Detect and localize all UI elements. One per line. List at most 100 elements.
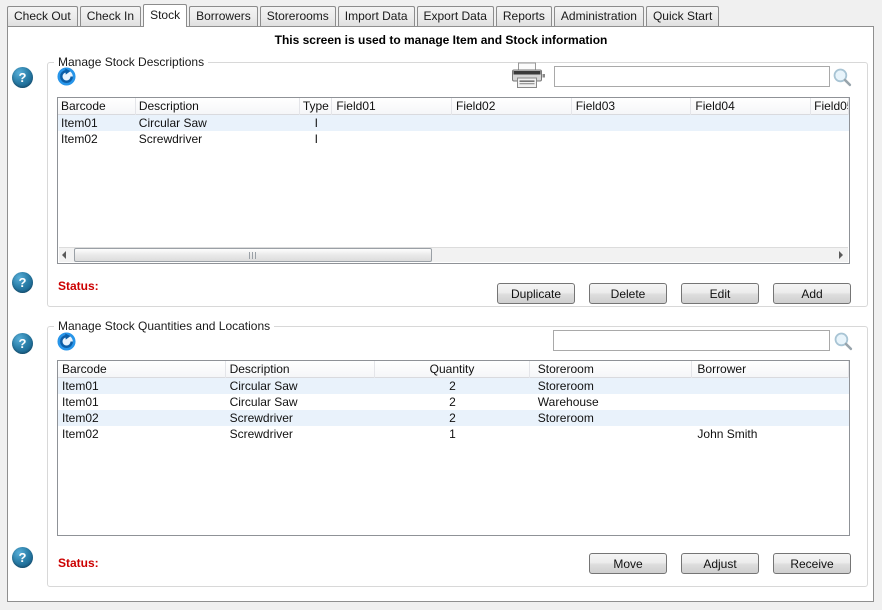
horizontal-scrollbar[interactable] (59, 247, 848, 262)
table-cell (692, 410, 849, 426)
table-cell: Circular Saw (136, 115, 301, 131)
table-cell: 1 (375, 426, 530, 442)
status-label: Status: (58, 556, 99, 570)
printer-icon[interactable] (509, 62, 546, 91)
receive-button[interactable]: Receive (773, 553, 851, 574)
help-icon[interactable]: ? (12, 333, 33, 354)
table-row[interactable]: Item01Circular Saw2Storeroom (58, 378, 849, 394)
table-cell: Screwdriver (226, 426, 376, 442)
search-icon[interactable] (833, 331, 853, 351)
table-cell (572, 131, 692, 147)
column-header-quantity[interactable]: Quantity (375, 361, 530, 378)
table-cell: Circular Saw (226, 394, 376, 410)
table-body: Item01Circular Saw2StoreroomItem01Circul… (58, 378, 849, 442)
table-cell: Storeroom (530, 410, 693, 426)
table-cell: John Smith (692, 426, 849, 442)
scroll-right-icon[interactable] (833, 248, 848, 262)
tab-reports[interactable]: Reports (496, 6, 552, 26)
tab-bar: Check OutCheck InStockBorrowersStoreroom… (7, 4, 721, 27)
add-button[interactable]: Add (773, 283, 851, 304)
duplicate-button[interactable]: Duplicate (497, 283, 575, 304)
table-cell: Warehouse (530, 394, 693, 410)
quantities-button-row: Move Adjust Receive (589, 553, 851, 574)
column-header-description[interactable]: Description (136, 98, 301, 115)
column-header-barcode[interactable]: Barcode (58, 361, 226, 378)
app-window: Check OutCheck InStockBorrowersStoreroom… (0, 0, 882, 610)
table-cell (692, 394, 849, 410)
screen-note: This screen is used to manage Item and S… (0, 33, 882, 47)
column-header-field05[interactable]: Field05 (811, 98, 849, 115)
stock-quantities-table: BarcodeDescriptionQuantityStoreroomBorro… (57, 360, 850, 536)
refresh-icon[interactable] (57, 332, 76, 351)
help-icon[interactable]: ? (12, 272, 33, 293)
table-row[interactable]: Item01Circular Saw2Warehouse (58, 394, 849, 410)
tab-check-in[interactable]: Check In (80, 6, 141, 26)
tab-borrowers[interactable]: Borrowers (189, 6, 258, 26)
table-cell: Item01 (58, 394, 226, 410)
table-cell: Screwdriver (226, 410, 376, 426)
table-cell (530, 426, 693, 442)
column-header-description[interactable]: Description (226, 361, 376, 378)
table-cell (572, 115, 692, 131)
table-cell: 2 (375, 378, 530, 394)
help-icon[interactable]: ? (12, 547, 33, 568)
refresh-icon[interactable] (57, 67, 76, 86)
column-header-field03[interactable]: Field03 (572, 98, 692, 115)
column-header-barcode[interactable]: Barcode (58, 98, 136, 115)
table-cell: Circular Saw (226, 378, 376, 394)
table-header-row: BarcodeDescriptionTypeField01Field02Fiel… (58, 98, 849, 115)
table-cell (691, 131, 811, 147)
table-body: Item01Circular SawIItem02ScrewdriverI (58, 115, 849, 147)
table-cell (811, 115, 849, 131)
table-cell (691, 115, 811, 131)
tab-stock[interactable]: Stock (143, 4, 187, 27)
scrollbar-thumb[interactable] (74, 248, 432, 262)
tab-import-data[interactable]: Import Data (338, 6, 415, 26)
help-icon[interactable]: ? (12, 67, 33, 88)
search-input[interactable] (554, 66, 830, 87)
table-cell: Item02 (58, 410, 226, 426)
table-cell: Screwdriver (136, 131, 301, 147)
delete-button[interactable]: Delete (589, 283, 667, 304)
table-cell: Item01 (58, 115, 136, 131)
table-cell (452, 115, 572, 131)
move-button[interactable]: Move (589, 553, 667, 574)
table-cell (332, 115, 452, 131)
scroll-left-icon[interactable] (59, 248, 74, 262)
tab-administration[interactable]: Administration (554, 6, 644, 26)
table-cell (811, 131, 849, 147)
table-cell (692, 378, 849, 394)
table-cell: Item02 (58, 131, 136, 147)
tab-storerooms[interactable]: Storerooms (260, 6, 336, 26)
table-cell: Item01 (58, 378, 226, 394)
stock-descriptions-table: BarcodeDescriptionTypeField01Field02Fiel… (57, 97, 850, 264)
column-header-field04[interactable]: Field04 (691, 98, 811, 115)
tab-export-data[interactable]: Export Data (417, 6, 494, 26)
table-cell: 2 (375, 394, 530, 410)
search-input[interactable] (553, 330, 830, 351)
table-header-row: BarcodeDescriptionQuantityStoreroomBorro… (58, 361, 849, 378)
group-label: Manage Stock Descriptions (54, 55, 208, 69)
column-header-type[interactable]: Type (300, 98, 332, 115)
table-row[interactable]: Item02Screwdriver1 John Smith (58, 426, 849, 442)
table-row[interactable]: Item02ScrewdriverI (58, 131, 849, 147)
status-label: Status: (58, 279, 99, 293)
column-header-borrower[interactable]: Borrower (692, 361, 849, 378)
table-cell: 2 (375, 410, 530, 426)
group-label: Manage Stock Quantities and Locations (54, 319, 274, 333)
table-row[interactable]: Item02Screwdriver2Storeroom (58, 410, 849, 426)
search-icon[interactable] (832, 67, 852, 87)
column-header-field01[interactable]: Field01 (332, 98, 452, 115)
edit-button[interactable]: Edit (681, 283, 759, 304)
tab-quick-start[interactable]: Quick Start (646, 6, 719, 26)
tab-check-out[interactable]: Check Out (7, 6, 78, 26)
table-cell (332, 131, 452, 147)
descriptions-button-row: Duplicate Delete Edit Add (497, 283, 851, 304)
column-header-field02[interactable]: Field02 (452, 98, 572, 115)
table-row[interactable]: Item01Circular SawI (58, 115, 849, 131)
table-cell: I (300, 115, 332, 131)
table-cell (452, 131, 572, 147)
adjust-button[interactable]: Adjust (681, 553, 759, 574)
table-cell: Item02 (58, 426, 226, 442)
column-header-storeroom[interactable]: Storeroom (530, 361, 693, 378)
